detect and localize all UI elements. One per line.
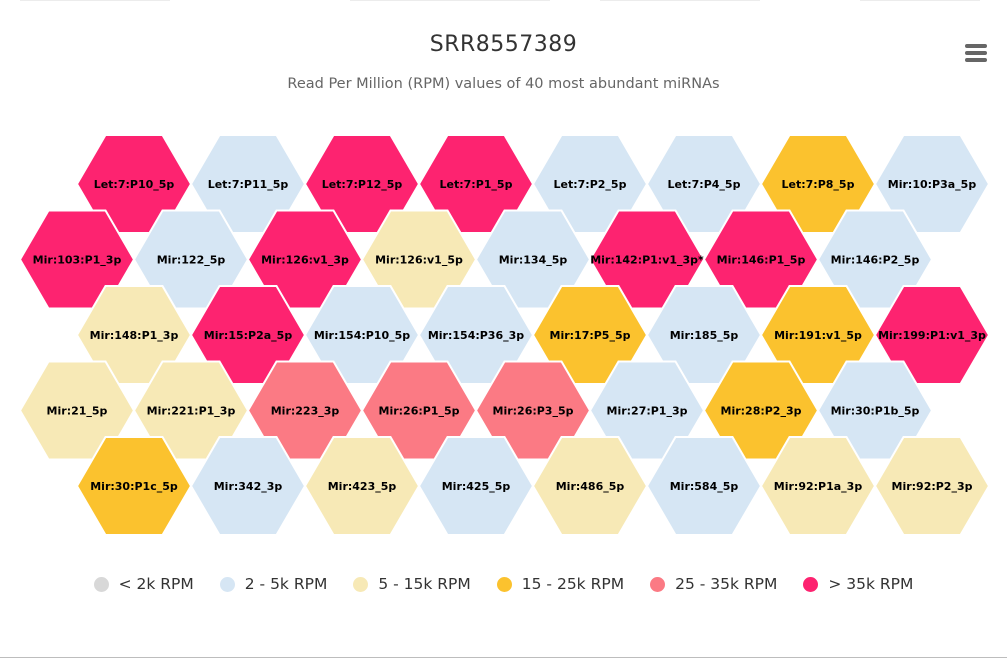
hex-tile-label: Mir:10:P3a_5p <box>888 178 977 191</box>
legend-swatch <box>803 576 819 592</box>
legend-label: 2 - 5k RPM <box>244 575 328 593</box>
hex-tile-label: Mir:103:P1_3p <box>33 254 122 267</box>
hex-tile-label: Mir:27:P1_3p <box>607 405 688 418</box>
hex-tile-label: Mir:26:P3_5p <box>493 405 574 418</box>
legend-label: > 35k RPM <box>828 575 914 593</box>
hex-tile-label: Mir:185_5p <box>670 329 739 342</box>
hex-tile-label: Mir:146:P1_5p <box>717 254 806 267</box>
hex-tile-label: Let:7:P1_5p <box>440 178 513 191</box>
hex-tile-label: Let:7:P12_5p <box>322 178 403 191</box>
hex-tile-label: Mir:199:P1:v1_3p <box>878 329 986 342</box>
legend-item[interactable]: 25 - 35k RPM <box>650 575 777 593</box>
hex-tile-label: Mir:126:v1_5p <box>375 254 463 267</box>
hex-tile-label: Mir:423_5p <box>328 480 397 493</box>
hex-tile-label: Mir:425_5p <box>442 480 511 493</box>
hex-tile-label: Let:7:P2_5p <box>554 178 627 191</box>
bottom-divider <box>0 657 1007 658</box>
hex-tile-label: Mir:30:P1b_5p <box>831 405 920 418</box>
hex-tilemap: Let:7:P10_5p Let:7:P11_5p Let:7:P12_5p Let:… <box>18 134 991 536</box>
legend-item[interactable]: < 2k RPM <box>93 575 194 593</box>
hex-tile-label: Mir:223_3p <box>271 405 340 418</box>
chart-legend: < 2k RPM 2 - 5k RPM 5 - 15k RPM 15 - 25k RP… <box>0 575 1007 593</box>
hex-tile-label: Mir:142:P1:v1_3p* <box>590 254 704 267</box>
hex-tile-label: Mir:191:v1_5p <box>774 329 862 342</box>
hex-tile-label: Mir:486_5p <box>556 480 625 493</box>
hex-tile-label: Mir:146:P2_5p <box>831 254 920 267</box>
hex-tile-label: Let:7:P10_5p <box>94 178 175 191</box>
hex-tile-label: Mir:584_5p <box>670 480 739 493</box>
legend-label: 25 - 35k RPM <box>675 575 778 593</box>
hex-tile-label: Mir:122_5p <box>157 254 226 267</box>
hex-tile-label: Mir:154:P10_5p <box>314 329 410 342</box>
hex-tile-label: Let:7:P8_5p <box>782 178 855 191</box>
legend-item[interactable]: > 35k RPM <box>803 575 913 593</box>
hex-tile-label: Mir:134_5p <box>499 254 568 267</box>
hex-tile-label: Mir:26:P1_5p <box>379 405 460 418</box>
legend-swatch <box>496 576 512 592</box>
legend-swatch <box>650 576 666 592</box>
hex-tile-label: Mir:154:P36_3p <box>428 329 524 342</box>
hex-tile-label: Mir:92:P1a_3p <box>774 480 863 493</box>
legend-swatch <box>353 576 369 592</box>
hex-tile-label: Let:7:P4_5p <box>668 178 741 191</box>
hex-tile-label: Mir:92:P2_3p <box>892 480 973 493</box>
legend-item[interactable]: 15 - 25k RPM <box>496 575 625 593</box>
hex-tile-label: Mir:342_3p <box>214 480 283 493</box>
hex-tile-label: Mir:21_5p <box>47 405 108 418</box>
hex-tile-label: Mir:221:P1_3p <box>147 405 236 418</box>
legend-item[interactable]: 5 - 15k RPM <box>353 575 471 593</box>
hex-tile-label: Mir:148:P1_3p <box>90 329 179 342</box>
hex-tile-label: Mir:17:P5_5p <box>550 329 631 342</box>
legend-label: 5 - 15k RPM <box>378 575 471 593</box>
hex-tile-label: Mir:30:P1c_5p <box>90 480 178 493</box>
legend-label: 15 - 25k RPM <box>521 575 625 593</box>
hex-tile-label: Mir:15:P2a_5p <box>204 329 293 342</box>
hex-tile-label: Mir:126:v1_3p <box>261 254 349 267</box>
legend-item[interactable]: 2 - 5k RPM <box>219 575 328 593</box>
legend-label: < 2k RPM <box>118 575 194 593</box>
hex-tile-label: Let:7:P11_5p <box>208 178 289 191</box>
legend-swatch <box>219 576 235 592</box>
hex-tile-label: Mir:28:P2_3p <box>721 405 802 418</box>
legend-swatch <box>93 576 109 592</box>
